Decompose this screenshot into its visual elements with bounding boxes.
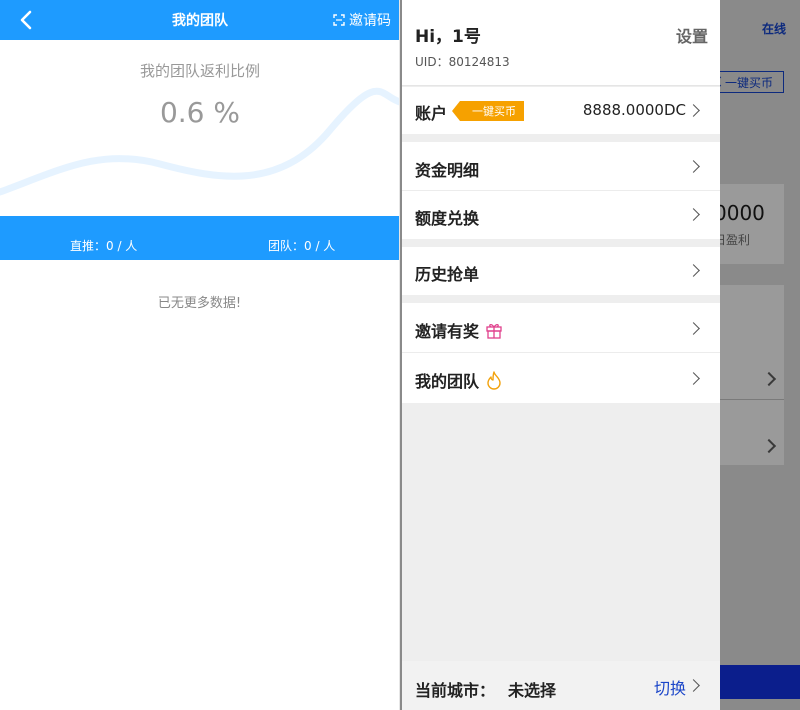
invite-code-label: 邀请码 [349,13,391,29]
direct-referral-count: 直推：0 / 人 [70,239,138,253]
menu-item-quota-exchange[interactable]: 额度兑换 [402,191,720,239]
bg-buy-coin-button: 一键买币 [712,71,784,93]
bg-card [720,285,784,465]
rebate-ratio-section: 我的团队返利比例 0.6 % [0,40,399,216]
rebate-ratio-value: 0.6 % [159,96,241,129]
account-balance: 8888.0000DC [582,101,686,119]
team-member-count: 团队：0 / 人 [268,239,336,253]
chevron-right-icon [687,322,700,335]
menu-item-label: 邀请有奖 [415,318,503,342]
rebate-ratio-label: 我的团队返利比例 [139,62,260,80]
menu-item-label: 资金明细 [415,161,480,180]
bg-divider [720,399,784,400]
current-city-value: 未选择 [508,681,557,700]
menu-item-invite-rewards[interactable]: 邀请有奖 [402,303,720,353]
bg-bottom-button [720,665,800,699]
menu-item-label: 额度兑换 [415,209,480,228]
bg-amount: 0000 [714,201,765,225]
menu-item-label: 我的团队 [415,368,503,392]
user-greeting: Hi，1号 [415,27,481,47]
bg-online-label: 在线 [761,22,786,36]
settings-button[interactable]: 设置 [676,23,708,47]
chevron-right-icon [687,208,700,221]
top-nav-bar: 我的团队 邀请码 [0,0,399,40]
side-drawer: Hi，1号 UID：80124813 设置 账户 一键买币 8888.0000D… [402,0,720,710]
fire-icon [487,371,501,390]
gift-icon [486,324,502,339]
team-stats-bar: 直推：0 / 人 团队：0 / 人 [0,216,399,260]
menu-item-label: 历史抢单 [415,265,480,284]
menu-item-fund-details[interactable]: 资金明细 [402,142,720,191]
switch-city-button[interactable]: 切换 [654,675,686,699]
my-team-screen: 我的团队 邀请码 我的团队返利比例 0.6 % 直推：0 / 人 团队：0 / … [0,0,400,710]
chevron-right-icon [687,372,700,385]
chevron-right-icon [687,264,700,277]
chevron-right-icon [687,679,700,692]
no-more-data-text: 已无更多数据! [157,296,242,311]
chevron-right-icon [687,104,700,117]
menu-item-account[interactable]: 账户 一键买币 8888.0000DC [402,87,720,134]
invite-code-button[interactable]: 邀请码 [333,10,391,30]
menu-item-my-team[interactable]: 我的团队 [402,353,720,403]
buy-coin-tag[interactable]: 一键买币 [452,101,524,121]
invite-rewards-label: 邀请有奖 [415,322,480,341]
bg-buy-coin-label: 一键买币 [725,75,774,90]
my-team-label: 我的团队 [415,372,480,391]
chevron-right-icon [687,160,700,173]
menu-item-order-history[interactable]: 历史抢单 [402,247,720,295]
user-header: Hi，1号 UID：80124813 设置 [402,0,720,86]
menu-item-label: 账户 [415,104,448,123]
current-city-label: 当前城市： [415,681,496,700]
current-city-bar: 当前城市： 未选择 切换 [402,661,720,710]
user-uid: UID：80124813 [415,55,510,69]
scan-icon [333,14,345,26]
